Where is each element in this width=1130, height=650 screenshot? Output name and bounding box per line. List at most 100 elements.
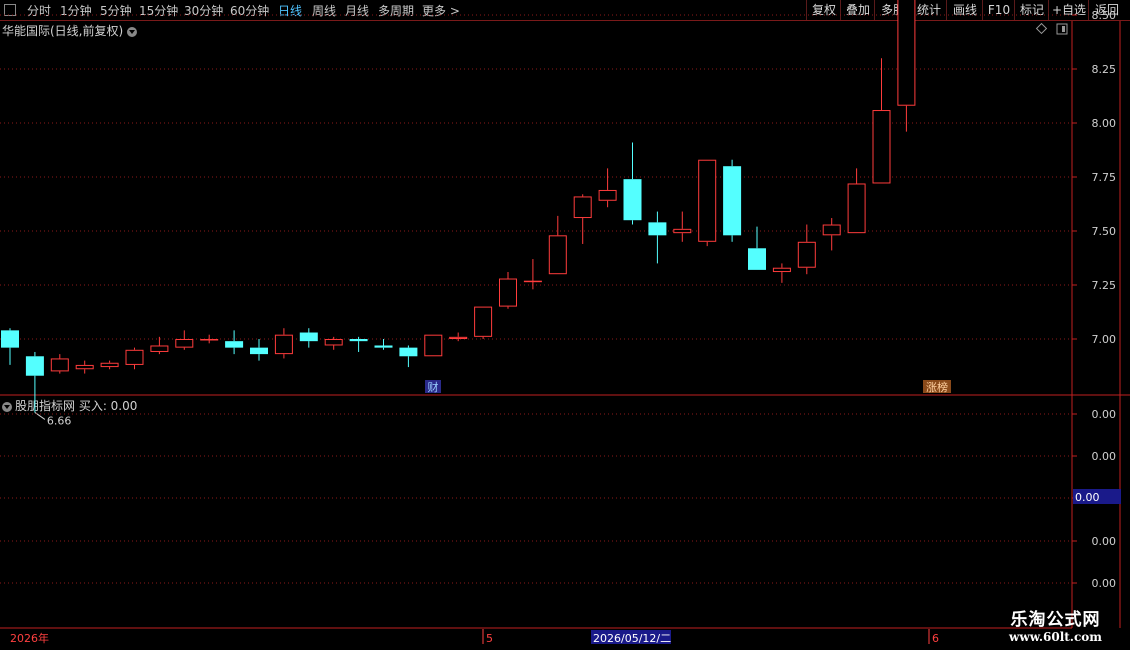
sub-tick-label: 0.00 bbox=[1092, 450, 1117, 463]
candle-body bbox=[75, 364, 94, 370]
candle-body bbox=[25, 356, 44, 376]
time-cursor-label: 2026/05/12/二 bbox=[593, 632, 671, 645]
tab-more[interactable]: 更多 > bbox=[422, 2, 460, 19]
tab-1min[interactable]: 1分钟 bbox=[60, 2, 92, 19]
candle bbox=[150, 336, 169, 355]
candle bbox=[648, 211, 667, 264]
zhangbang-badge[interactable]: 涨榜 bbox=[926, 380, 948, 394]
stock-title: 华能国际(日线,前复权) bbox=[2, 24, 124, 38]
time-label-6: 6 bbox=[932, 632, 939, 645]
candle bbox=[324, 336, 343, 350]
candle bbox=[748, 226, 766, 270]
tab-15min[interactable]: 15分钟 bbox=[139, 2, 178, 19]
y-tick-label: 7.75 bbox=[1092, 171, 1117, 184]
tab-daily[interactable]: 日线 bbox=[278, 2, 302, 19]
candle-body bbox=[499, 278, 517, 307]
candle bbox=[598, 168, 617, 208]
y-tick-label: 7.50 bbox=[1092, 225, 1117, 238]
stats-button[interactable]: 统计 bbox=[910, 0, 947, 20]
candles-layer bbox=[1, 0, 916, 413]
candle bbox=[822, 218, 841, 251]
tab-60min[interactable]: 60分钟 bbox=[230, 2, 269, 19]
candle-body bbox=[623, 179, 642, 221]
candle-body bbox=[748, 248, 766, 270]
candle-body bbox=[324, 339, 343, 346]
candle-body bbox=[50, 358, 69, 372]
current-value-label: 0.00 bbox=[1075, 491, 1100, 504]
candle bbox=[623, 142, 642, 225]
candlestick-chart: 7.007.257.507.758.008.258.508.759.009.25… bbox=[0, 0, 1130, 645]
candle-body bbox=[698, 159, 717, 242]
add-watchlist-button[interactable]: +自选 bbox=[1048, 0, 1089, 20]
candle-body bbox=[598, 189, 617, 201]
window-icon-bar bbox=[1062, 26, 1065, 32]
y-tick-label: 8.00 bbox=[1092, 117, 1117, 130]
candle-body bbox=[299, 332, 318, 342]
candle-body bbox=[1, 330, 19, 348]
tab-30min[interactable]: 30分钟 bbox=[184, 2, 223, 19]
sub-tick-label: 0.00 bbox=[1092, 535, 1117, 548]
diamond-icon[interactable] bbox=[1035, 22, 1048, 35]
time-cursor-bg bbox=[591, 630, 671, 644]
tab-5min[interactable]: 5分钟 bbox=[100, 2, 132, 19]
candle-body bbox=[424, 334, 443, 357]
candle-body bbox=[449, 336, 468, 339]
candle-body bbox=[573, 196, 592, 219]
candle bbox=[772, 263, 791, 283]
candle-body bbox=[100, 362, 119, 368]
candle bbox=[797, 224, 816, 275]
tab-multi-period[interactable]: 多周期 bbox=[378, 2, 414, 19]
candle bbox=[474, 306, 493, 339]
candle bbox=[75, 360, 94, 374]
back-button[interactable]: 返回 bbox=[1088, 0, 1125, 20]
candle-body bbox=[673, 228, 692, 234]
cai-badge[interactable]: 财 bbox=[428, 380, 439, 394]
candle-body bbox=[225, 341, 244, 348]
tab-weekly[interactable]: 周线 bbox=[312, 2, 336, 19]
candle bbox=[299, 328, 318, 348]
candle bbox=[1, 328, 19, 365]
candle bbox=[200, 334, 219, 344]
candle bbox=[175, 330, 194, 350]
y-tick-labels: 7.007.257.507.758.008.258.508.759.009.25… bbox=[1072, 9, 1117, 346]
candle bbox=[872, 58, 891, 184]
candle-body bbox=[548, 235, 567, 275]
candle bbox=[847, 168, 866, 234]
candle bbox=[50, 354, 69, 374]
tab-fenshi[interactable]: 分时 bbox=[27, 2, 51, 19]
mark-button[interactable]: 标记 bbox=[1014, 0, 1049, 20]
candle bbox=[573, 194, 592, 244]
chevron-down-icon[interactable] bbox=[2, 401, 12, 412]
candle-body bbox=[374, 345, 393, 348]
candle bbox=[698, 159, 717, 247]
candle-body bbox=[723, 166, 742, 236]
draw-line-button[interactable]: 画线 bbox=[946, 0, 983, 20]
candle-body bbox=[150, 345, 169, 352]
candle-body bbox=[200, 339, 219, 341]
overlay-button[interactable]: 叠加 bbox=[840, 0, 875, 20]
fuquan-button[interactable]: 复权 bbox=[806, 0, 841, 20]
tab-monthly[interactable]: 月线 bbox=[345, 2, 369, 19]
toolbar: 分时 1分钟 5分钟 15分钟 30分钟 60分钟 日线 周线 月线 多周期 更… bbox=[0, 0, 1130, 21]
zhangbang-badge-bg bbox=[923, 380, 951, 393]
candle-body bbox=[648, 222, 667, 236]
window-icon[interactable] bbox=[1056, 23, 1068, 35]
candle-body bbox=[797, 241, 816, 268]
candle-body bbox=[399, 347, 418, 357]
candle bbox=[548, 215, 567, 275]
y-tick-label: 7.25 bbox=[1092, 279, 1117, 292]
candle-body bbox=[125, 349, 144, 365]
candle-body bbox=[349, 339, 368, 342]
sub-tick-label: 0.00 bbox=[1092, 577, 1117, 590]
candle bbox=[399, 345, 418, 368]
candle bbox=[449, 332, 468, 342]
candle bbox=[723, 159, 742, 242]
watermark-title: 乐淘公式网 bbox=[1010, 610, 1101, 630]
multi-stock-button[interactable]: 多股 bbox=[874, 0, 911, 20]
candle-body bbox=[474, 306, 493, 337]
chevron-down-icon[interactable] bbox=[127, 26, 138, 37]
y-tick-label: 7.00 bbox=[1092, 333, 1117, 346]
f10-button[interactable]: F10 bbox=[982, 0, 1015, 20]
checkbox-icon[interactable] bbox=[4, 4, 16, 16]
time-label-5: 5 bbox=[486, 632, 493, 645]
